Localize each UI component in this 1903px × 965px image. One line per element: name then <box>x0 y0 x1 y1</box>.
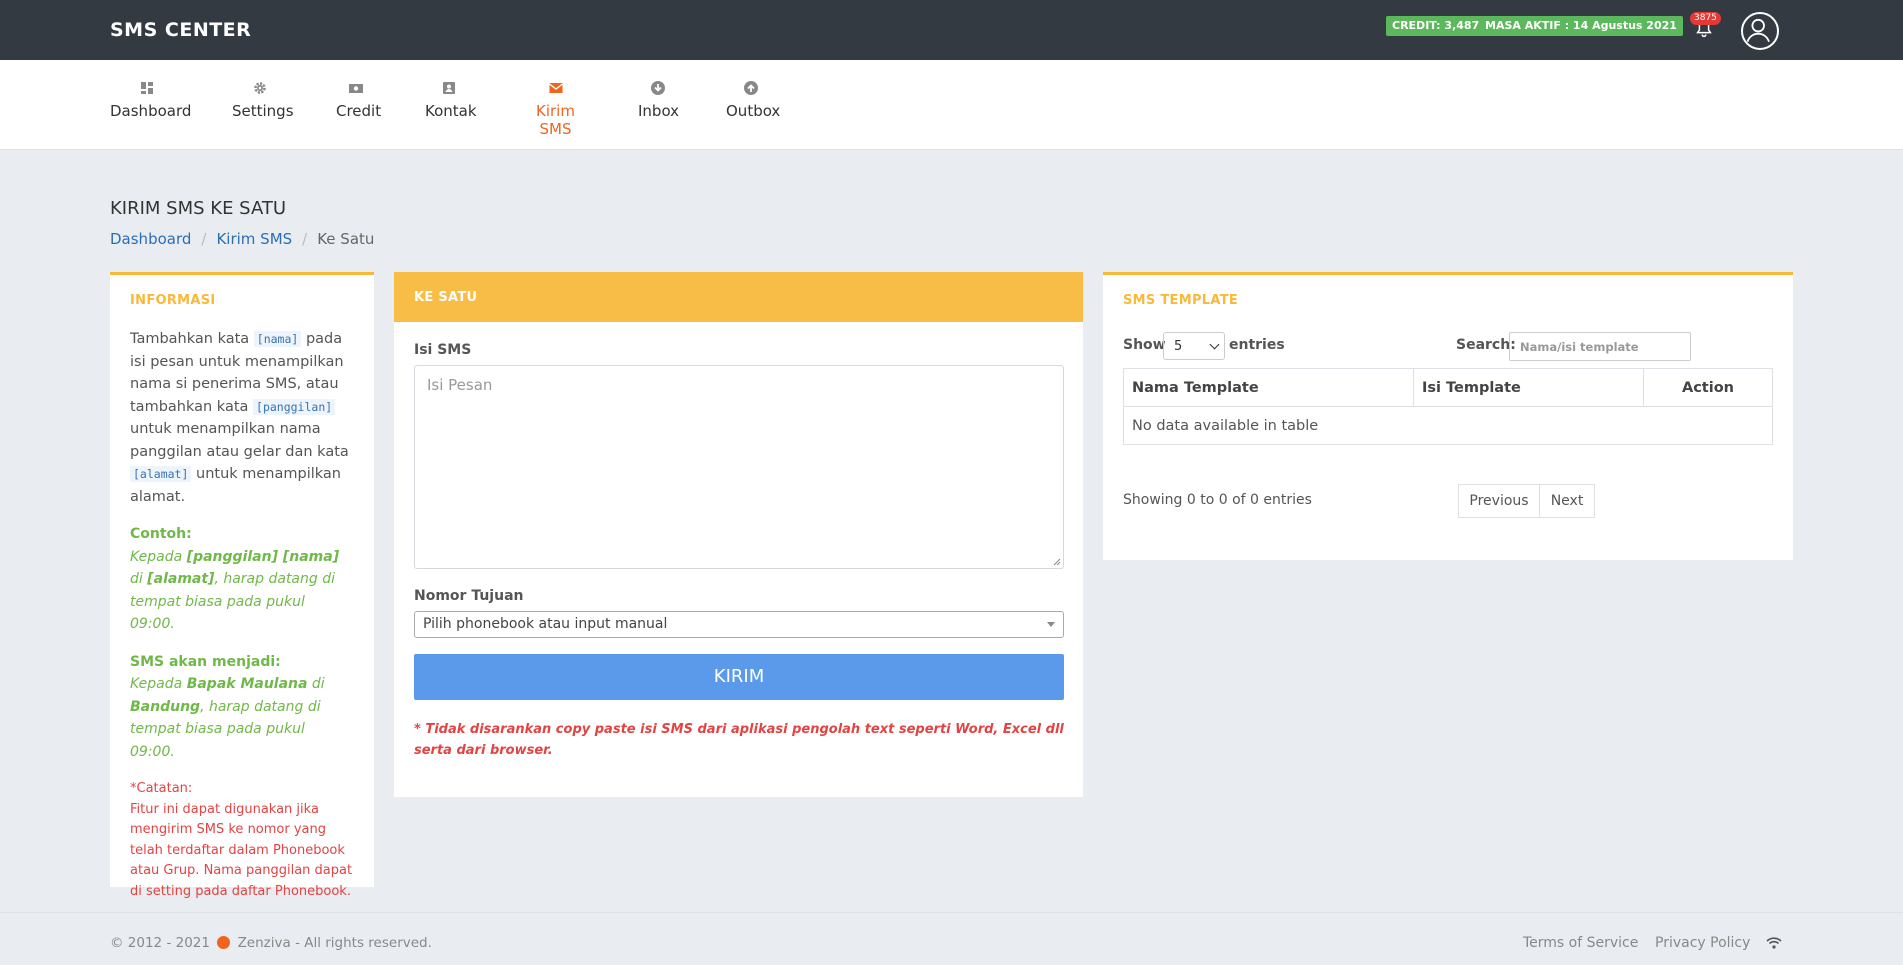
search-label: Search: <box>1456 337 1516 353</box>
kirim-button[interactable]: KIRIM <box>414 654 1064 700</box>
terms-link[interactable]: Terms of Service <box>1523 935 1638 951</box>
column-header[interactable]: Action <box>1643 368 1773 407</box>
previous-button[interactable]: Previous <box>1458 484 1540 518</box>
copyright: © 2012 - 2021 Zenziva - All rights reser… <box>110 935 432 951</box>
arrow-up-circle-icon <box>744 81 758 95</box>
caret-down-icon <box>1047 622 1055 627</box>
notification-count: 3875 <box>1690 12 1721 25</box>
nav-item-label: Kirim SMS <box>536 102 575 138</box>
template-title: SMS TEMPLATE <box>1123 293 1239 308</box>
money-icon <box>349 84 363 93</box>
catatan-text: Fitur ini dapat digunakan jika mengirim … <box>130 801 353 899</box>
dashboard-icon <box>140 82 153 94</box>
nav-item-inbox[interactable]: Inbox <box>638 80 680 120</box>
column-header[interactable]: Isi Template <box>1413 368 1644 407</box>
nav-item-settings[interactable]: Settings <box>232 80 294 120</box>
user-icon <box>1746 18 1770 43</box>
column-header[interactable]: Nama Template <box>1123 368 1414 407</box>
footer: © 2012 - 2021 Zenziva - All rights reser… <box>0 912 1903 965</box>
next-button[interactable]: Next <box>1539 484 1595 518</box>
arrow-down-circle-icon <box>650 81 665 95</box>
nomor-tujuan-select[interactable]: Pilih phonebook atau input manual <box>414 611 1064 638</box>
copy-paste-warning: * Tidak disarankan copy paste isi SMS da… <box>414 722 1064 758</box>
entries-length-select[interactable]: 5 <box>1163 332 1225 360</box>
avatar[interactable] <box>1741 12 1779 50</box>
contoh-label: Contoh: <box>130 526 192 542</box>
entries-label: entries <box>1229 337 1285 353</box>
catatan-label: *Catatan: <box>130 781 193 796</box>
nav-item-label: Dashboard <box>110 102 192 120</box>
table-info: Showing 0 to 0 of 0 entries <box>1123 492 1312 508</box>
nav-item-label: Inbox <box>638 102 680 120</box>
masa-aktif-badge: MASA AKTIF : 14 Agustus 2021 <box>1479 16 1683 36</box>
chevron-down-icon <box>1209 339 1220 350</box>
template-search-input[interactable]: Nama/isi template <box>1509 332 1691 361</box>
nav-item-label: Kontak <box>425 102 477 120</box>
kirim-sms-form: KE SATU Isi SMS Isi Pesan Nomor Tujuan P… <box>394 272 1083 797</box>
info-panel: INFORMASI Tambahkan kata [nama] pada isi… <box>110 272 374 899</box>
nav-item-outbox[interactable]: Outbox <box>726 80 780 120</box>
nav-item-label: Outbox <box>726 102 781 120</box>
nav-item-label: Settings <box>232 102 294 120</box>
empty-table-message: No data available in table <box>1123 406 1773 445</box>
resize-handle-icon[interactable] <box>1051 556 1061 566</box>
isi-sms-textarea[interactable]: Isi Pesan <box>414 365 1064 569</box>
nav-item-label: Credit <box>336 102 382 120</box>
breadcrumb-kirim-sms[interactable]: Kirim SMS <box>216 230 292 248</box>
hasil-text: Kepada Bapak Maulana di Bandung, harap d… <box>130 676 325 760</box>
table-header-row: Nama Template Isi Template Action <box>1123 368 1773 407</box>
show-label: Show <box>1123 337 1166 353</box>
sms-template-panel: SMS TEMPLATE Show 5 entries Search: Nama… <box>1103 272 1793 560</box>
breadcrumb: Dashboard / Kirim SMS / Ke Satu <box>110 230 375 248</box>
breadcrumb-current: Ke Satu <box>317 230 375 248</box>
credit-badge: CREDIT: 3,487 <box>1386 16 1486 36</box>
main-nav: Dashboard Settings Credit Kontak Kirim S… <box>0 60 1903 150</box>
hasil-block: SMS akan menjadi: Kepada Bapak Maulana d… <box>130 651 354 764</box>
code-panggilan: [panggilan] <box>253 398 336 415</box>
nav-item-credit[interactable]: Credit <box>336 80 381 120</box>
breadcrumb-dashboard[interactable]: Dashboard <box>110 230 191 248</box>
contoh-text: Kepada [panggilan] [nama] di [alamat], h… <box>130 548 340 633</box>
top-bar: SMS CENTER CREDIT: 3,487 MASA AKTIF : 14… <box>0 0 1903 60</box>
table-row: No data available in table <box>1123 406 1773 445</box>
app-title: SMS CENTER <box>110 19 252 41</box>
info-title: INFORMASI <box>130 293 216 308</box>
privacy-link[interactable]: Privacy Policy <box>1655 935 1750 951</box>
contact-card-icon <box>443 82 455 94</box>
isi-sms-placeholder: Isi Pesan <box>427 376 493 394</box>
envelope-icon <box>548 83 563 93</box>
page-title: KIRIM SMS KE SATU <box>110 198 287 219</box>
template-table: Nama Template Isi Template Action No dat… <box>1123 368 1773 445</box>
catatan-block: *Catatan: Fitur ini dapat digunakan jika… <box>130 779 354 902</box>
form-title: KE SATU <box>394 272 1083 322</box>
contoh-block: Contoh: Kepada [panggilan] [nama] di [al… <box>130 523 354 636</box>
isi-sms-label: Isi SMS <box>414 342 472 358</box>
nomor-tujuan-label: Nomor Tujuan <box>414 588 524 604</box>
gear-icon <box>253 82 266 94</box>
hasil-label: SMS akan menjadi: <box>130 653 281 670</box>
code-alamat: [alamat] <box>130 466 192 482</box>
info-text: Tambahkan kata [nama] pada isi pesan unt… <box>130 331 349 505</box>
code-nama: [nama] <box>253 331 302 347</box>
nav-item-kontak[interactable]: Kontak <box>425 80 477 120</box>
zenziva-logo-icon <box>217 936 231 949</box>
nav-item-dashboard[interactable]: Dashboard <box>110 80 191 120</box>
wifi-icon <box>1766 937 1782 949</box>
nav-item-kirim-sms[interactable]: Kirim SMS <box>522 80 589 138</box>
